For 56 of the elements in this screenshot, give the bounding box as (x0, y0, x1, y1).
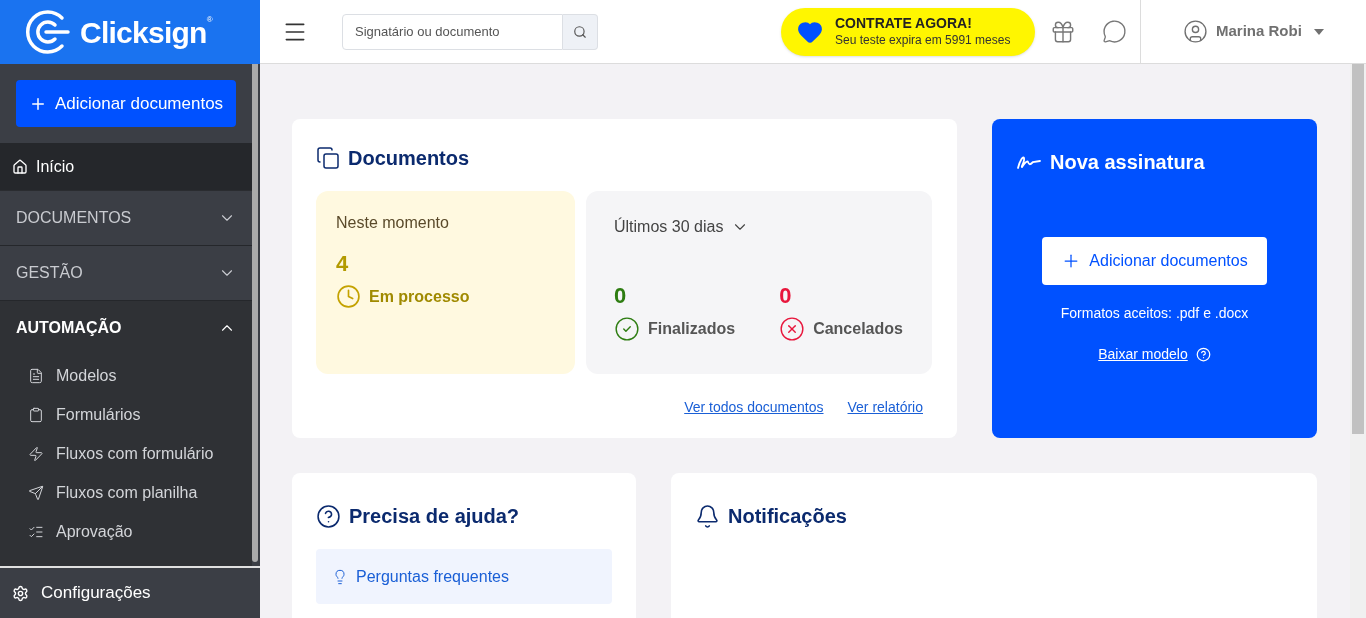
promo-title: CONTRATE AGORA! (835, 15, 973, 33)
search-button[interactable] (563, 13, 598, 50)
stat-label: Finalizados (648, 319, 736, 339)
user-menu[interactable]: Marina Robi (1183, 19, 1324, 44)
caret-icon (1313, 28, 1324, 35)
lightning-icon (28, 445, 44, 462)
nav-subitem[interactable]: Aprovação (0, 512, 252, 551)
help-link[interactable]: Perguntas frequentes (316, 549, 612, 604)
page-scrollbar[interactable] (1350, 64, 1366, 618)
check-circle-icon (614, 316, 640, 342)
clipboard-icon (28, 406, 44, 423)
card-title: Nova assinatura (1050, 150, 1205, 175)
stat-label: Cancelados (813, 319, 903, 339)
nav-subitem[interactable]: Fluxos com formulário (0, 434, 252, 473)
add-documents-button[interactable]: Adicionar documentos (1042, 237, 1267, 285)
card-title: Documentos (348, 146, 470, 171)
clock-icon (336, 284, 361, 309)
search-field[interactable]: Signatário ou documento (342, 13, 563, 50)
formats-text: Formatos aceitos: .pdf e .docx (1059, 304, 1250, 323)
paper-plane-icon (28, 484, 44, 501)
document-icon (28, 367, 44, 384)
documents-icon (316, 146, 340, 170)
text-link[interactable]: Ver todos documentos (684, 397, 824, 418)
logo-icon (24, 8, 72, 56)
search-icon (573, 24, 587, 39)
card-title: Notificações (728, 504, 847, 529)
panel-label: Neste momento (336, 213, 450, 233)
stat-count: 0 (614, 282, 628, 310)
settings-icon (12, 584, 29, 602)
nav-subitem[interactable]: Formulários (0, 395, 252, 434)
download-template-link[interactable]: Baixar modelo (1098, 344, 1188, 365)
upgrade-banner[interactable]: CONTRATE AGORA! Seu teste expira em 5991 meses (781, 7, 1035, 56)
x-circle-icon (779, 316, 806, 342)
card-title: Precisa de ajuda? (349, 504, 520, 529)
help-icon (316, 503, 341, 529)
home-icon (12, 158, 28, 175)
sidebar-scrollbar[interactable] (252, 64, 258, 562)
brand-name: Clicksign (80, 14, 207, 51)
promo-subtitle: Seu teste expira em 5991 meses (835, 32, 1011, 48)
lightbulb-icon (332, 568, 348, 585)
signature-icon (1016, 154, 1042, 170)
nav-subitem[interactable]: Fluxos com planilha (0, 473, 252, 512)
chat-icon[interactable] (1102, 19, 1127, 44)
registered-mark: ® (206, 14, 213, 24)
add-documents-button[interactable]: Adicionar documentos (16, 80, 236, 127)
stat-count: 0 (779, 282, 793, 310)
bell-icon (695, 503, 720, 529)
user-icon (1183, 19, 1208, 44)
period-dropdown[interactable]: Últimos 30 dias (614, 215, 750, 239)
help-icon[interactable] (1195, 347, 1211, 362)
nav-link[interactable]: Início (0, 143, 252, 191)
nav-section[interactable]: AUTOMAÇÃO (0, 301, 252, 356)
status-label: Em processo (369, 286, 470, 307)
text-link[interactable]: Ver relatório (847, 397, 923, 418)
in-progress-count: 4 (336, 250, 350, 278)
nav-subitem[interactable]: Modelos (0, 356, 252, 395)
